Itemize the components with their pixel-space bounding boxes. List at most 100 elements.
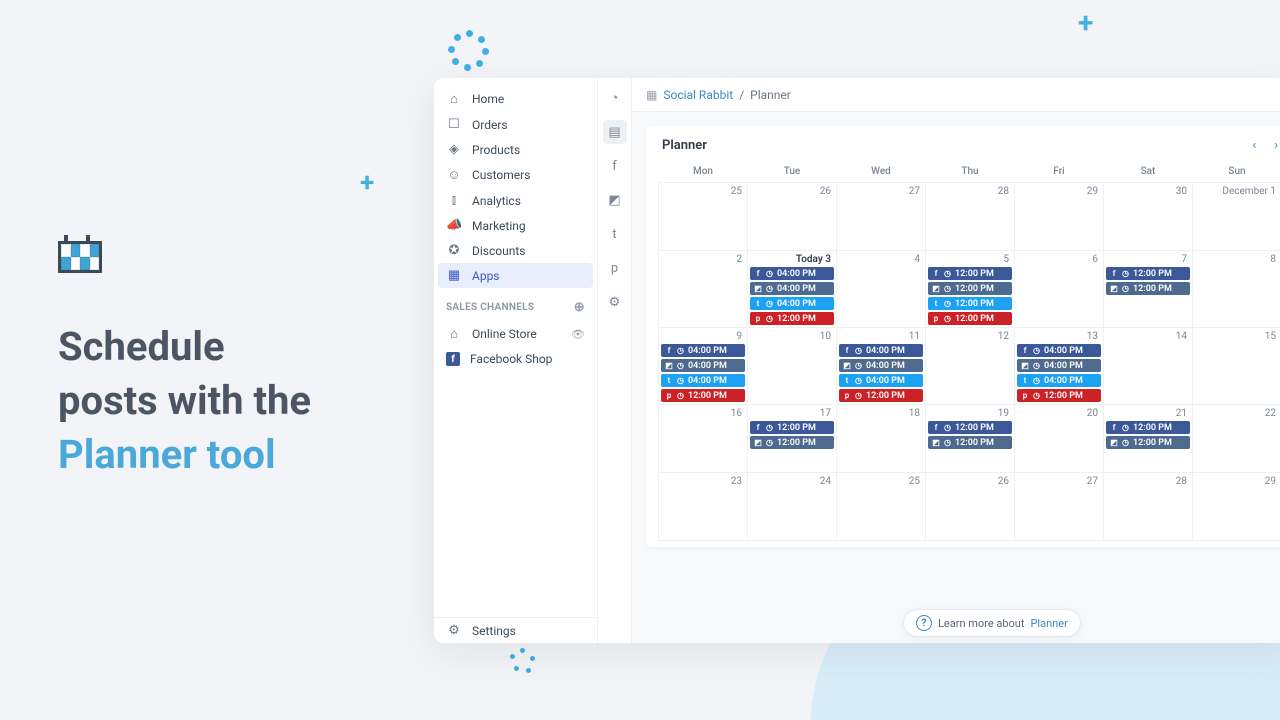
strip-icon-2[interactable]: f	[603, 154, 627, 178]
post-time: 12:00 PM	[777, 423, 816, 433]
calendar-cell[interactable]: 2	[659, 251, 748, 328]
clock-icon: ◷	[766, 284, 773, 293]
calendar-cell[interactable]: 26	[748, 183, 837, 251]
learn-link[interactable]: Planner	[1030, 617, 1067, 630]
calendar-cell[interactable]: 25	[659, 183, 748, 251]
sidebar-item-orders[interactable]: ☐Orders	[434, 112, 597, 137]
scheduled-post-pn[interactable]: p◷12:00 PM	[1017, 389, 1101, 402]
nav-icon: ☺	[446, 167, 462, 183]
clock-icon: ◷	[677, 391, 684, 400]
learn-more-pill[interactable]: ? Learn more about Planner	[903, 609, 1081, 637]
calendar-cell[interactable]: 7f◷12:00 PM◩◷12:00 PM	[1104, 251, 1193, 328]
scheduled-post-tw[interactable]: t◷04:00 PM	[1017, 374, 1101, 387]
sidebar-item-products[interactable]: ◈Products	[434, 137, 597, 162]
calendar-cell[interactable]: 20	[1015, 405, 1104, 473]
scheduled-post-ig[interactable]: ◩◷04:00 PM	[750, 282, 834, 295]
scheduled-post-fb[interactable]: f◷04:00 PM	[750, 267, 834, 280]
scheduled-post-ig[interactable]: ◩◷04:00 PM	[661, 359, 745, 372]
calendar-cell[interactable]: 28	[926, 183, 1015, 251]
calendar-cell[interactable]: December 1	[1193, 183, 1280, 251]
dots-icon	[510, 648, 538, 676]
calendar-cell[interactable]: 8	[1193, 251, 1280, 328]
clock-icon: ◷	[766, 438, 773, 447]
scheduled-post-fb[interactable]: f◷04:00 PM	[661, 344, 745, 357]
calendar-cell[interactable]: 28	[1104, 473, 1193, 541]
calendar-cell[interactable]: 29	[1193, 473, 1280, 541]
scheduled-post-ig[interactable]: ◩◷12:00 PM	[750, 436, 834, 449]
scheduled-post-fb[interactable]: f◷12:00 PM	[1106, 267, 1190, 280]
strip-icon-6[interactable]: ⚙	[603, 290, 627, 314]
scheduled-post-pn[interactable]: p◷12:00 PM	[928, 312, 1012, 325]
calendar-cell[interactable]: 19f◷12:00 PM◩◷12:00 PM	[926, 405, 1015, 473]
calendar-cell[interactable]: 27	[1015, 473, 1104, 541]
channel-item-online-store[interactable]: ⌂Online Store👁	[434, 321, 597, 347]
scheduled-post-ig[interactable]: ◩◷12:00 PM	[928, 436, 1012, 449]
calendar-cell[interactable]: 5f◷12:00 PM◩◷12:00 PMt◷12:00 PMp◷12:00 P…	[926, 251, 1015, 328]
scheduled-post-tw[interactable]: t◷12:00 PM	[928, 297, 1012, 310]
calendar-cell[interactable]: 23	[659, 473, 748, 541]
strip-icon-0[interactable]: ◔	[603, 86, 627, 110]
scheduled-post-fb[interactable]: f◷04:00 PM	[1017, 344, 1101, 357]
calendar-cell[interactable]: 4	[837, 251, 926, 328]
calendar-cell[interactable]: 6	[1015, 251, 1104, 328]
strip-icon-1[interactable]: ▤	[603, 120, 627, 144]
calendar-cell[interactable]: 24	[748, 473, 837, 541]
sidebar-item-home[interactable]: ⌂Home	[434, 86, 597, 112]
prev-month-button[interactable]: ‹	[1252, 138, 1256, 153]
scheduled-post-pn[interactable]: p◷12:00 PM	[839, 389, 923, 402]
sidebar-item-analytics[interactable]: ⫾Analytics	[434, 188, 597, 213]
calendar-cell[interactable]: 10	[748, 328, 837, 405]
day-number: 15	[1265, 331, 1276, 342]
strip-icon-3[interactable]: ◩	[603, 188, 627, 212]
channel-item-facebook-shop[interactable]: fFacebook Shop	[434, 347, 597, 371]
breadcrumb-root[interactable]: Social Rabbit	[663, 88, 733, 102]
calendar-cell[interactable]: 30	[1104, 183, 1193, 251]
strip-icon-4[interactable]: t	[603, 222, 627, 246]
scheduled-post-fb[interactable]: f◷12:00 PM	[750, 421, 834, 434]
calendar-cell[interactable]: 22	[1193, 405, 1280, 473]
calendar-cell[interactable]: 27	[837, 183, 926, 251]
calendar-cell[interactable]: 25	[837, 473, 926, 541]
calendar-cell[interactable]: 16	[659, 405, 748, 473]
calendar-cell[interactable]: 17f◷12:00 PM◩◷12:00 PM	[748, 405, 837, 473]
scheduled-post-pn[interactable]: p◷12:00 PM	[750, 312, 834, 325]
scheduled-post-fb[interactable]: f◷12:00 PM	[928, 267, 1012, 280]
scheduled-post-tw[interactable]: t◷04:00 PM	[839, 374, 923, 387]
calendar-cell[interactable]: 15	[1193, 328, 1280, 405]
scheduled-post-pn[interactable]: p◷12:00 PM	[661, 389, 745, 402]
calendar-cell[interactable]: Today 3f◷04:00 PM◩◷04:00 PMt◷04:00 PMp◷1…	[748, 251, 837, 328]
scheduled-post-ig[interactable]: ◩◷12:00 PM	[928, 282, 1012, 295]
scheduled-post-ig[interactable]: ◩◷12:00 PM	[1106, 282, 1190, 295]
scheduled-post-fb[interactable]: f◷12:00 PM	[1106, 421, 1190, 434]
scheduled-post-fb[interactable]: f◷12:00 PM	[928, 421, 1012, 434]
calendar-cell[interactable]: 12	[926, 328, 1015, 405]
clock-icon: ◷	[855, 376, 862, 385]
scheduled-post-ig[interactable]: ◩◷04:00 PM	[839, 359, 923, 372]
add-channel-icon[interactable]: ⊕	[574, 300, 585, 315]
scheduled-post-ig[interactable]: ◩◷04:00 PM	[1017, 359, 1101, 372]
next-month-button[interactable]: ›	[1274, 138, 1278, 153]
calendar-cell[interactable]: 29	[1015, 183, 1104, 251]
scheduled-post-tw[interactable]: t◷04:00 PM	[750, 297, 834, 310]
calendar-cell[interactable]: 13f◷04:00 PM◩◷04:00 PMt◷04:00 PMp◷12:00 …	[1015, 328, 1104, 405]
sidebar-item-label: Products	[472, 143, 520, 157]
sidebar-item-apps[interactable]: ▦Apps	[438, 263, 593, 288]
sidebar-item-marketing[interactable]: 📣Marketing	[434, 213, 597, 238]
calendar-cell[interactable]: 18	[837, 405, 926, 473]
scheduled-post-ig[interactable]: ◩◷12:00 PM	[1106, 436, 1190, 449]
calendar-cell[interactable]: 14	[1104, 328, 1193, 405]
calendar-cell[interactable]: 21f◷12:00 PM◩◷12:00 PM	[1104, 405, 1193, 473]
scheduled-post-tw[interactable]: t◷04:00 PM	[661, 374, 745, 387]
eye-icon[interactable]: 👁	[571, 328, 585, 341]
clock-icon: ◷	[766, 423, 773, 432]
scheduled-post-fb[interactable]: f◷04:00 PM	[839, 344, 923, 357]
calendar-cell[interactable]: 26	[926, 473, 1015, 541]
sidebar-item-settings[interactable]: ⚙ Settings	[434, 617, 597, 643]
sidebar-item-label: Analytics	[472, 194, 521, 208]
sidebar-item-discounts[interactable]: ✪Discounts	[434, 238, 597, 263]
calendar-cell[interactable]: 11f◷04:00 PM◩◷04:00 PMt◷04:00 PMp◷12:00 …	[837, 328, 926, 405]
strip-icon-5[interactable]: p	[603, 256, 627, 280]
breadcrumb-current: Planner	[750, 88, 791, 102]
calendar-cell[interactable]: 9f◷04:00 PM◩◷04:00 PMt◷04:00 PMp◷12:00 P…	[659, 328, 748, 405]
sidebar-item-customers[interactable]: ☺Customers	[434, 162, 597, 188]
